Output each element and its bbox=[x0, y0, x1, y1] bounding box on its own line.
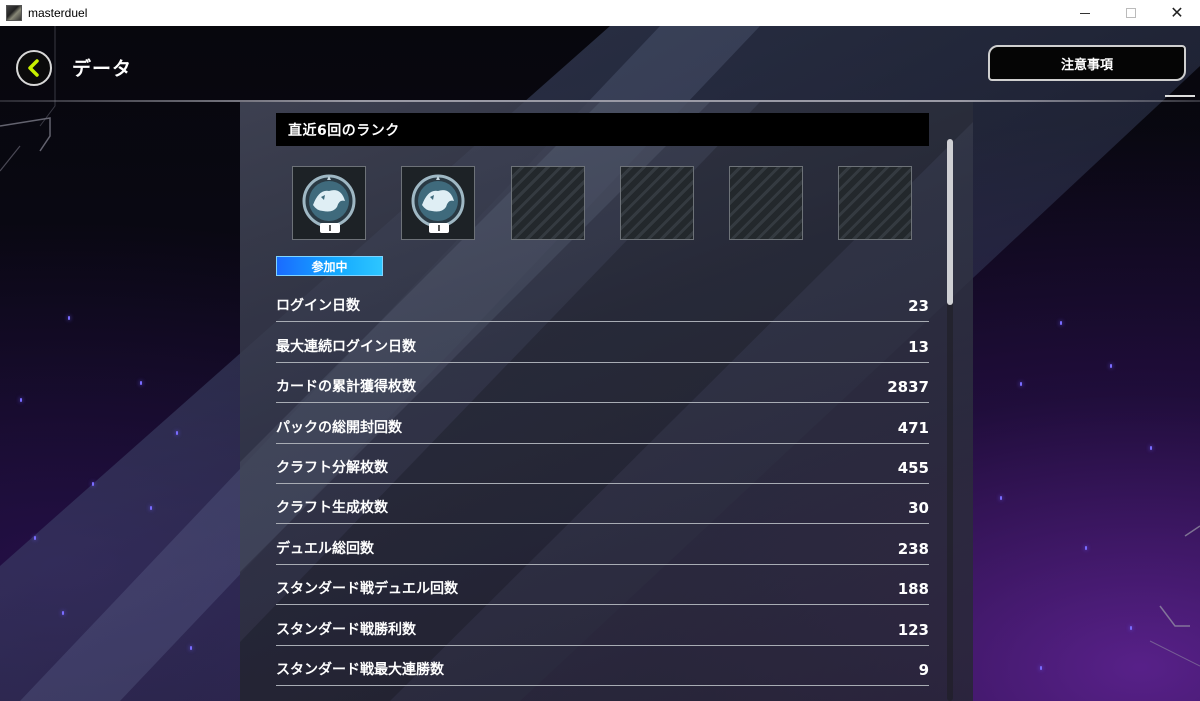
particle bbox=[150, 506, 152, 510]
stat-value: 2837 bbox=[887, 378, 929, 397]
status-badge: 参加中 bbox=[276, 256, 383, 276]
stat-label: 最大連続ログイン日数 bbox=[276, 338, 416, 355]
app-icon bbox=[6, 5, 22, 21]
maximize-button[interactable] bbox=[1108, 0, 1154, 26]
close-button[interactable]: ✕ bbox=[1154, 0, 1200, 26]
particle bbox=[1000, 496, 1002, 500]
particle bbox=[1130, 626, 1132, 630]
stat-label: クラフト分解枚数 bbox=[276, 459, 388, 476]
stat-label: スタンダード戦勝利数 bbox=[276, 621, 416, 638]
rank-slot-4 bbox=[620, 166, 694, 240]
minimize-button[interactable] bbox=[1062, 0, 1108, 26]
stat-value: 9 bbox=[918, 660, 929, 679]
particle bbox=[34, 536, 36, 540]
stat-value: 13 bbox=[908, 337, 929, 356]
scrollbar-thumb[interactable] bbox=[947, 139, 953, 305]
particle bbox=[190, 646, 192, 650]
stat-label: スタンダード戦デュエル回数 bbox=[276, 581, 458, 598]
particle bbox=[1110, 364, 1112, 368]
scrollbar[interactable] bbox=[947, 139, 953, 701]
stat-row-standard-wins: スタンダード戦勝利数 123 bbox=[276, 605, 929, 646]
rank-level-label: Ⅰ bbox=[429, 223, 449, 233]
stat-label: クラフト生成枚数 bbox=[276, 500, 388, 517]
stat-row-craft-generated: クラフト生成枚数 30 bbox=[276, 484, 929, 525]
page-title: データ bbox=[72, 58, 133, 80]
stats-list: ログイン日数 23 最大連続ログイン日数 13 カードの累計獲得枚数 2837 … bbox=[276, 282, 929, 686]
stat-label: スタンダード戦最大連勝数 bbox=[276, 661, 444, 678]
stat-value: 23 bbox=[908, 297, 929, 316]
rank-history: Ⅰ Ⅰ bbox=[292, 166, 912, 240]
maximize-icon bbox=[1126, 8, 1136, 18]
stat-row-standard-duels: スタンダード戦デュエル回数 188 bbox=[276, 565, 929, 606]
stat-row-cards-obtained: カードの累計獲得枚数 2837 bbox=[276, 363, 929, 404]
rank-slot-2[interactable]: Ⅰ bbox=[401, 166, 475, 240]
particle bbox=[1060, 321, 1062, 325]
particle bbox=[20, 398, 22, 402]
particle bbox=[1040, 666, 1042, 670]
particle bbox=[176, 431, 178, 435]
particle bbox=[140, 381, 142, 385]
stat-label: カードの累計獲得枚数 bbox=[276, 379, 416, 396]
stat-row-total-duels: デュエル総回数 238 bbox=[276, 524, 929, 565]
minimize-icon bbox=[1080, 12, 1090, 14]
rank-section-title: 直近6回のランク bbox=[276, 113, 929, 146]
stat-value: 238 bbox=[897, 539, 929, 558]
particle bbox=[68, 316, 70, 320]
stat-label: ログイン日数 bbox=[276, 298, 360, 315]
stat-label: デュエル総回数 bbox=[276, 540, 374, 557]
chevron-left-icon bbox=[28, 59, 39, 77]
stat-value: 455 bbox=[897, 458, 929, 477]
particle bbox=[1150, 446, 1152, 450]
stat-row-packs-opened: パックの総開封回数 471 bbox=[276, 403, 929, 444]
window-controls: ✕ bbox=[1062, 0, 1200, 26]
particle bbox=[1085, 546, 1087, 550]
particle bbox=[92, 482, 94, 486]
stat-value: 30 bbox=[908, 499, 929, 518]
notice-button[interactable]: 注意事項 bbox=[988, 45, 1186, 81]
rank-slot-3 bbox=[511, 166, 585, 240]
stat-row-craft-dismantled: クラフト分解枚数 455 bbox=[276, 444, 929, 484]
stat-row-standard-max-streak: スタンダード戦最大連勝数 9 bbox=[276, 646, 929, 686]
rank-slot-5 bbox=[729, 166, 803, 240]
particle bbox=[62, 611, 64, 615]
stat-row-max-consecutive-login: 最大連続ログイン日数 13 bbox=[276, 322, 929, 363]
stat-value: 188 bbox=[897, 580, 929, 599]
stat-value: 471 bbox=[897, 418, 929, 437]
close-icon: ✕ bbox=[1170, 5, 1184, 22]
data-panel: 直近6回のランク Ⅰ Ⅰ 参加中 ログイン日数 23 最大連続ログイン日数 13… bbox=[240, 102, 973, 701]
game-viewport: データ 注意事項 直近6回のランク Ⅰ Ⅰ 参加中 ログイン日数 23 最大連続… bbox=[0, 26, 1200, 701]
particle bbox=[1020, 382, 1022, 386]
stat-value: 123 bbox=[897, 620, 929, 639]
stat-label: パックの総開封回数 bbox=[276, 419, 402, 436]
rank-level-label: Ⅰ bbox=[320, 223, 340, 233]
rank-slot-6 bbox=[838, 166, 912, 240]
stat-row-login-days: ログイン日数 23 bbox=[276, 282, 929, 323]
rank-slot-1[interactable]: Ⅰ bbox=[292, 166, 366, 240]
window-title: masterduel bbox=[28, 6, 88, 20]
back-button[interactable] bbox=[16, 50, 52, 86]
window-titlebar: masterduel ✕ bbox=[0, 0, 1200, 26]
